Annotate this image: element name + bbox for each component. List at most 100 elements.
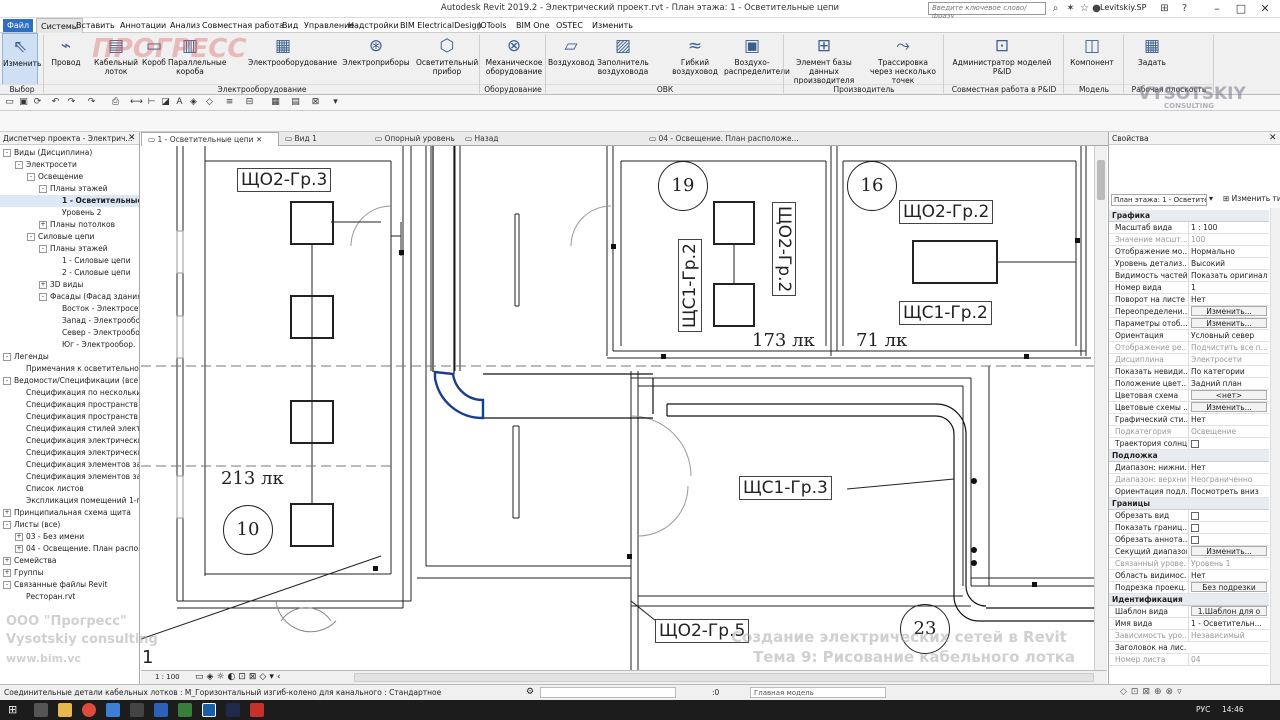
property-value[interactable]: Высокий — [1188, 258, 1268, 270]
browser-item[interactable]: Ресторан.rvt — [0, 591, 139, 603]
circuit-tag[interactable]: ЩС1-Гр.3 — [739, 476, 832, 500]
property-edit-button[interactable]: Изменить... — [1191, 306, 1267, 316]
browser-item[interactable]: Список листов — [0, 483, 139, 495]
floor-plan-drawing[interactable] — [141, 146, 1094, 670]
collapse-icon[interactable]: - — [15, 161, 23, 169]
property-value[interactable]: Освещение — [1188, 426, 1268, 438]
ribbon-group-label[interactable]: Модель — [1064, 84, 1124, 95]
collapse-icon[interactable]: - — [3, 581, 11, 589]
view-tab[interactable]: ▭ Опорный уровень — [369, 132, 459, 146]
expand-icon[interactable]: + — [3, 569, 11, 577]
property-value[interactable]: 1.Шаблон для о — [1188, 606, 1268, 618]
explorer-icon[interactable] — [58, 703, 72, 717]
mechanical-equipment-button[interactable]: ⊗ Механическое оборудование — [484, 33, 544, 85]
infocenter-icon[interactable]: ✶ — [1064, 2, 1077, 15]
workset-select[interactable] — [540, 687, 676, 698]
photoshop-icon[interactable] — [226, 703, 240, 717]
word-icon[interactable] — [106, 703, 120, 717]
expand-icon[interactable]: + — [3, 557, 11, 565]
browser-item[interactable]: Восток - Электросети — [0, 303, 139, 315]
property-value[interactable]: Электросети — [1188, 354, 1268, 366]
browser-item[interactable]: Спецификация элементов заг — [0, 459, 139, 471]
undo-icon[interactable]: ↶ — [50, 97, 61, 108]
property-value[interactable]: Показать оригинал — [1188, 270, 1268, 282]
dimension-icon[interactable]: ⊢ — [146, 97, 157, 108]
property-value[interactable]: Изменить... — [1188, 546, 1268, 558]
browser-item[interactable]: Экспликация помещений 1-г — [0, 495, 139, 507]
close-icon[interactable]: ✕ — [1269, 132, 1277, 145]
electrical-fixture-button[interactable]: ⊛ Электроприборы — [340, 33, 412, 85]
property-value[interactable]: По категории — [1188, 366, 1268, 378]
property-value[interactable]: Условный север — [1188, 330, 1268, 342]
browser-item[interactable]: - Виды (Дисциплина) — [0, 147, 139, 159]
browser-item[interactable]: - Связанные файлы Revit — [0, 579, 139, 591]
drawing-canvas[interactable]: ЩО2-Гр.3 ЩС1-Гр.2 ЩО2-Гр.2 ЩО2-Гр.2 ЩС1-… — [141, 146, 1094, 670]
task-view-icon[interactable] — [34, 703, 48, 717]
properties-section[interactable]: Границы — [1109, 498, 1269, 510]
close-hidden-icon[interactable]: ⊟ — [244, 97, 255, 108]
property-value[interactable]: Посмотреть вниз — [1188, 486, 1268, 498]
browser-item[interactable]: +3D виды — [0, 279, 139, 291]
property-value[interactable]: Уровень 1 — [1188, 558, 1268, 570]
binoculars-icon[interactable]: ⌕ — [1049, 2, 1062, 15]
component-button[interactable]: ◫ Компонент — [1068, 33, 1116, 85]
type-selector[interactable]: План этажа: 1 - Осветите — [1111, 194, 1207, 206]
property-value[interactable]: Нет — [1188, 414, 1268, 426]
menu-tab-11[interactable]: BIM One — [512, 18, 554, 33]
menu-tab-2[interactable]: Вставить — [72, 18, 119, 33]
revit-icon[interactable] — [202, 703, 216, 717]
cursor-button[interactable]: ⇖ Изменить — [2, 33, 41, 85]
view-tab[interactable]: ▭ Назад — [459, 132, 643, 146]
duct-placeholder-button[interactable]: ▨ Заполнитель воздуховода — [596, 33, 650, 85]
property-edit-button[interactable]: Изменить... — [1191, 318, 1267, 328]
collapse-icon[interactable]: - — [39, 293, 47, 301]
worksets-icon[interactable]: ⚙ — [526, 687, 534, 697]
search-input[interactable]: Введите ключевое слово/фразу — [928, 2, 1046, 20]
ribbon-group-label[interactable]: Электрооборудование — [44, 84, 480, 95]
qat-dropdown-icon[interactable]: ▾ — [330, 97, 341, 108]
expand-icon[interactable]: + — [15, 545, 23, 553]
app-icon[interactable] — [130, 703, 144, 717]
browser-item[interactable]: Спецификация пространств — [0, 399, 139, 411]
property-value[interactable]: Изменить... — [1188, 318, 1268, 330]
duct-button[interactable]: ▱ Воздуховод — [548, 33, 595, 85]
browser-item[interactable]: Север - Электрообор. — [0, 327, 139, 339]
properties-section[interactable]: Подложка — [1109, 450, 1269, 462]
property-checkbox[interactable] — [1191, 440, 1199, 448]
expand-icon[interactable]: + — [3, 509, 11, 517]
lighting-fixture-button[interactable]: ⬡ Осветительный прибор — [416, 33, 478, 85]
view-tab[interactable]: ▭ Вид 1 — [279, 132, 369, 146]
browser-item[interactable]: + Планы потолков — [0, 219, 139, 231]
collapse-icon[interactable]: - — [3, 521, 11, 529]
app-icon[interactable] — [178, 703, 192, 717]
room-tag[interactable]: 19 — [658, 161, 708, 211]
browser-item[interactable]: - Планы этажей — [0, 183, 139, 195]
filter-icon[interactable]: ▤ — [290, 97, 301, 108]
property-value[interactable]: Задний план — [1188, 378, 1268, 390]
collapse-icon[interactable]: - — [3, 377, 11, 385]
property-value[interactable]: Изменить... — [1188, 402, 1268, 414]
design-option-select[interactable]: Главная модель — [750, 687, 886, 698]
redo-more-icon[interactable]: ↷ — [86, 97, 97, 108]
menu-tab-3[interactable]: Аннотации — [116, 18, 170, 33]
menu-tab-9[interactable]: BIM ElectricalDesign — [396, 18, 486, 33]
property-checkbox[interactable] — [1191, 524, 1199, 532]
sync-icon[interactable]: ⟳ — [32, 97, 43, 108]
menu-tab-0[interactable]: Файл — [3, 19, 34, 32]
section-icon[interactable]: ◇ — [204, 97, 215, 108]
property-value[interactable]: 100 — [1188, 234, 1268, 246]
start-icon[interactable]: ⊞ — [8, 703, 17, 716]
property-value[interactable]: <нет> — [1188, 390, 1268, 402]
ribbon-group-label[interactable]: ОВК — [546, 84, 784, 95]
property-value[interactable]: Нет — [1188, 294, 1268, 306]
close-icon[interactable]: ✕ — [128, 132, 136, 145]
menu-tab-6[interactable]: Вид — [278, 18, 302, 33]
browser-item[interactable]: - Листы (все) — [0, 519, 139, 531]
view-tab[interactable]: ▭ 04 - Освещение. План расположе... — [643, 132, 847, 146]
collapse-icon[interactable]: - — [27, 173, 35, 181]
property-edit-button[interactable]: 1.Шаблон для о — [1191, 606, 1267, 616]
view-scale[interactable]: 1 : 100 — [155, 673, 180, 681]
property-value[interactable]: 04 — [1188, 654, 1268, 666]
measure-icon[interactable]: ⟷ — [130, 97, 143, 108]
browser-item[interactable]: - Электросети — [0, 159, 139, 171]
